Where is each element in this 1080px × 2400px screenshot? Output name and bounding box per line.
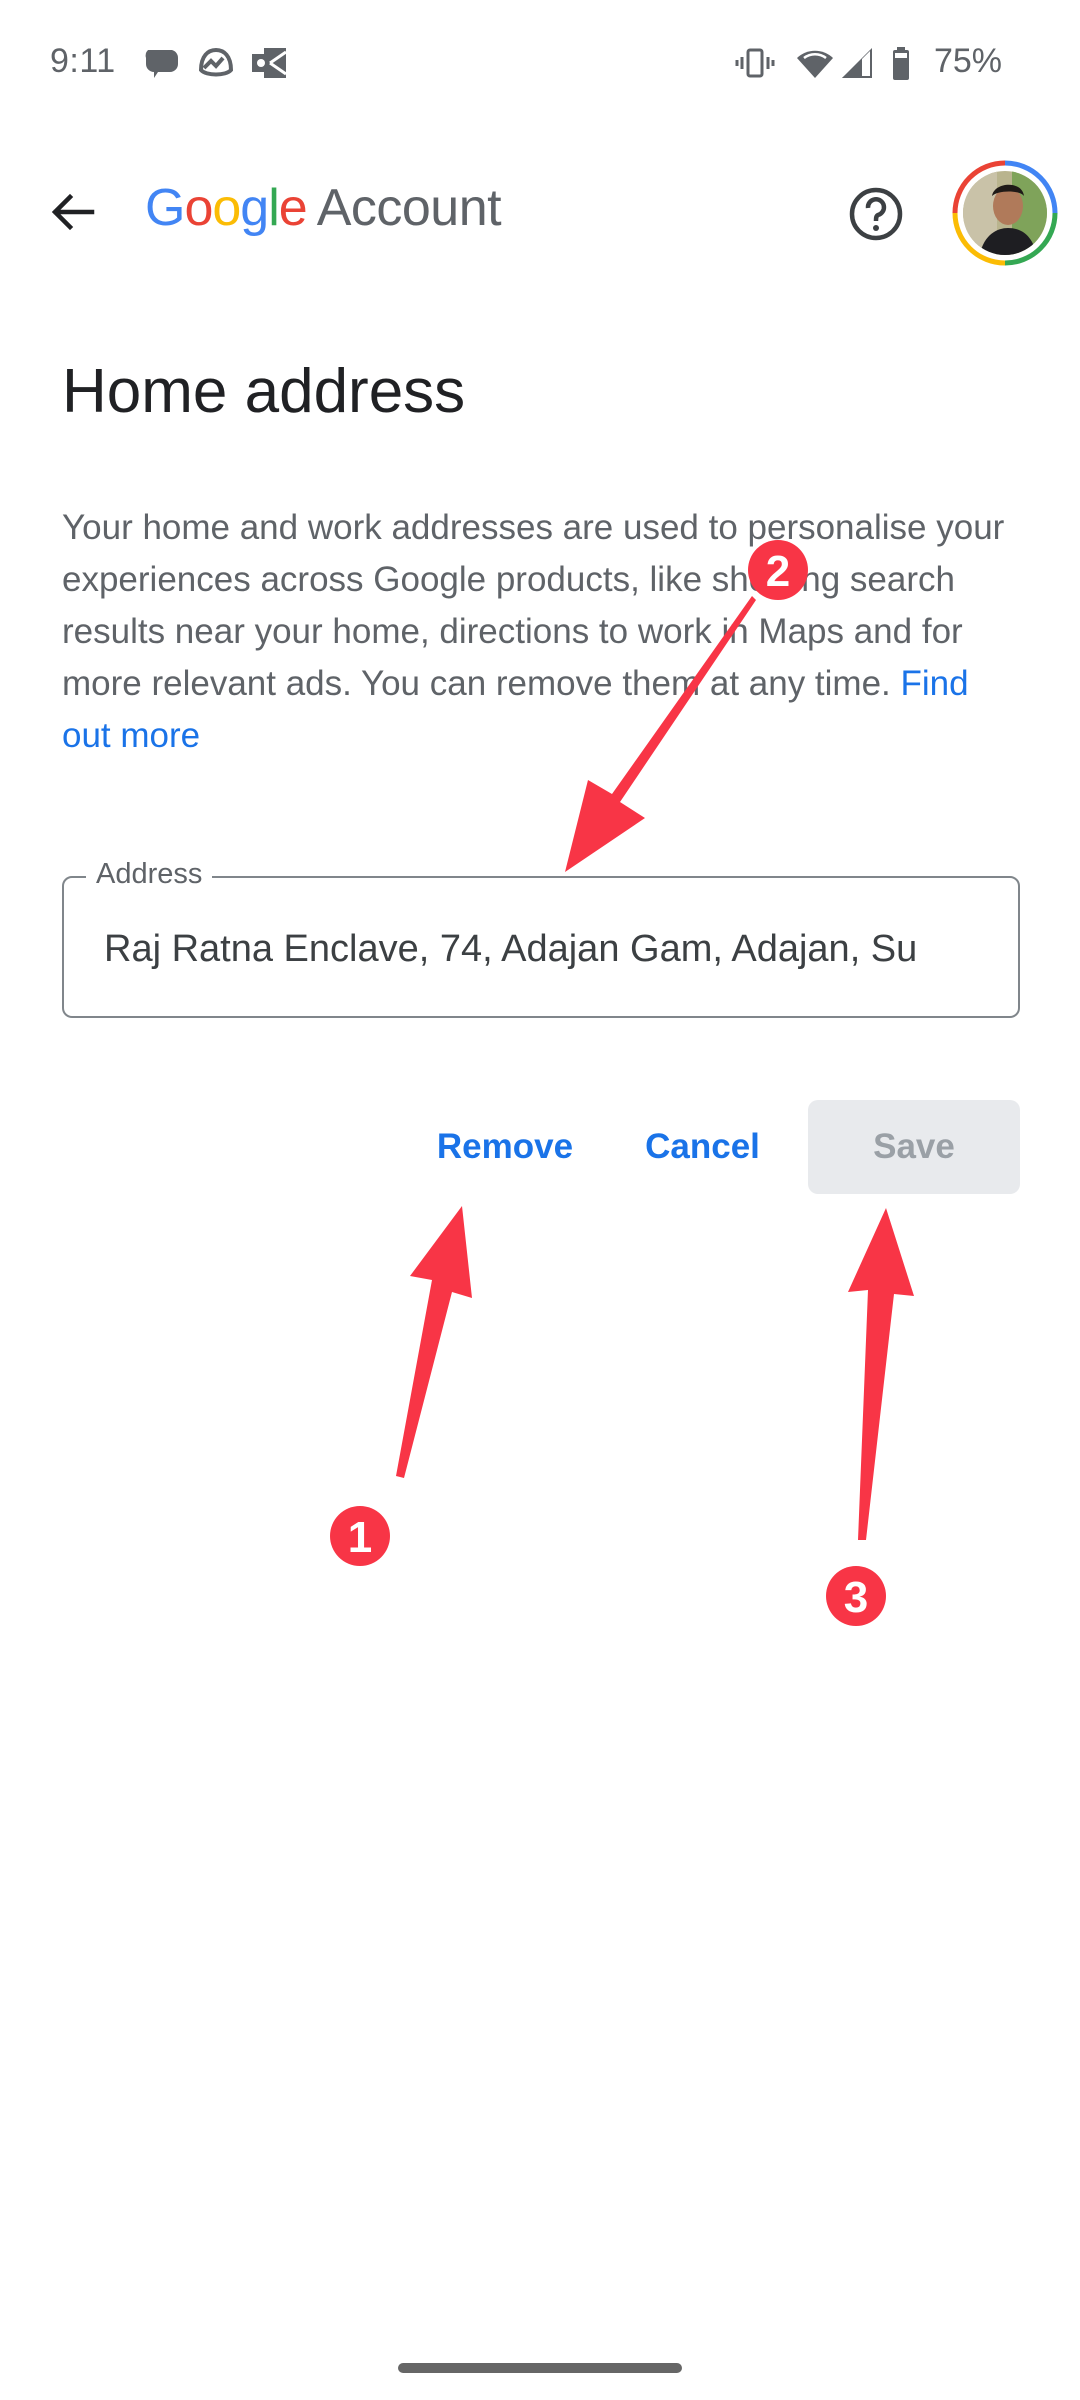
logo-letter: e	[278, 179, 308, 237]
status-bar: 9:11 75%	[0, 0, 1080, 130]
annotation-badge-3: 3	[826, 1566, 886, 1626]
badge-number: 1	[348, 1513, 372, 1562]
outlook-icon	[252, 48, 287, 78]
description-text: Your home and work addresses are used to…	[62, 508, 1005, 703]
page-description: Your home and work addresses are used to…	[62, 502, 1022, 762]
account-avatar[interactable]	[952, 160, 1058, 266]
logo-letter: o	[212, 179, 241, 237]
annotation-arrow-1	[396, 1206, 472, 1478]
cell-signal-icon	[842, 48, 872, 78]
back-button[interactable]	[44, 182, 104, 242]
logo-letter: g	[240, 179, 269, 237]
status-time: 9:11	[50, 42, 116, 80]
remove-button[interactable]: Remove	[420, 1100, 590, 1194]
save-button[interactable]: Save	[808, 1100, 1020, 1194]
annotation-arrow-3	[848, 1208, 914, 1540]
logo-suffix: Account	[316, 179, 502, 237]
arrow-back-icon	[51, 193, 95, 231]
annotation-badge-1: 1	[330, 1506, 390, 1566]
battery-icon	[893, 47, 909, 80]
battery-percent: 75%	[933, 42, 1002, 80]
gesture-nav-handle[interactable]	[398, 2363, 682, 2373]
badge-number: 3	[844, 1573, 868, 1622]
logo-letter: G	[145, 179, 185, 237]
google-account-logo: Google Account	[145, 178, 502, 238]
help-circle-icon	[849, 187, 903, 241]
address-field[interactable]: Address	[62, 858, 1020, 1018]
app-bar: Google Account	[0, 160, 1080, 270]
vibrate-icon	[735, 48, 775, 78]
wifi-icon	[797, 50, 833, 78]
address-field-label: Address	[86, 858, 213, 891]
basecamp-icon	[198, 47, 234, 77]
help-button[interactable]	[848, 186, 904, 242]
logo-letter: l	[268, 179, 280, 237]
address-input[interactable]	[104, 914, 984, 984]
logo-letter: o	[184, 179, 213, 237]
cancel-button[interactable]: Cancel	[625, 1100, 780, 1194]
chat-bubble-icon	[145, 50, 179, 78]
page-title: Home address	[62, 357, 466, 426]
